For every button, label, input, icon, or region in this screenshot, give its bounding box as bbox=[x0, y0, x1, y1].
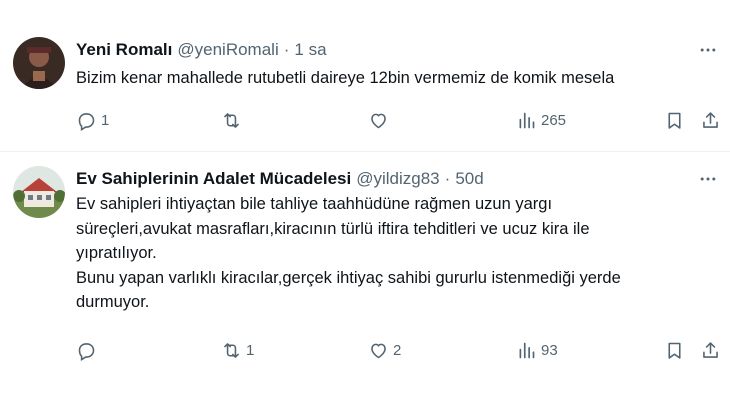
timestamp[interactable]: 1 sa bbox=[294, 40, 326, 60]
reply-count: 1 bbox=[101, 111, 110, 129]
like-button[interactable] bbox=[368, 108, 393, 132]
views-icon bbox=[519, 342, 535, 358]
avatar-photo bbox=[13, 37, 65, 89]
action-bar: 1 265 bbox=[76, 108, 724, 132]
separator-dot: · bbox=[444, 169, 451, 188]
views-button[interactable]: 265 bbox=[516, 108, 566, 132]
retweet-icon bbox=[224, 112, 239, 128]
reply-icon bbox=[78, 342, 95, 361]
like-button[interactable]: 2 bbox=[368, 338, 401, 362]
retweet-icon bbox=[224, 342, 239, 358]
avatar-photo bbox=[13, 166, 65, 218]
share-button[interactable] bbox=[700, 108, 721, 132]
tweet-text: Ev sahipleri ihtiyaçtan bile tahliye taa… bbox=[76, 192, 716, 315]
tweet[interactable]: Yeni Romalı @yeniRomali · 1 sa Bizim ken… bbox=[0, 0, 730, 152]
separator-dot: · bbox=[283, 40, 290, 59]
tweet-text-line: Bizim kenar mahallede rutubetli daireye … bbox=[76, 69, 615, 87]
avatar[interactable] bbox=[13, 166, 65, 218]
share-button[interactable] bbox=[700, 338, 721, 362]
bookmark-button[interactable] bbox=[664, 108, 685, 132]
tweet-text-line: durmuyor. bbox=[76, 293, 150, 311]
more-icon bbox=[700, 48, 716, 52]
more-button[interactable] bbox=[694, 40, 722, 60]
share-icon bbox=[703, 111, 718, 128]
bookmark-icon bbox=[668, 342, 681, 359]
tweet-text-line: Ev sahipleri ihtiyaçtan bile tahliye taa… bbox=[76, 195, 553, 213]
tweet[interactable]: Ev Sahiplerinin Adalet Mücadelesi @yildi… bbox=[0, 152, 730, 420]
reply-button[interactable] bbox=[76, 338, 101, 362]
author-name[interactable]: Yeni Romalı bbox=[76, 40, 172, 60]
reply-button[interactable]: 1 bbox=[76, 108, 109, 132]
share-icon bbox=[703, 341, 718, 358]
bookmark-icon bbox=[668, 112, 681, 129]
like-icon bbox=[371, 113, 386, 128]
author-name[interactable]: Ev Sahiplerinin Adalet Mücadelesi bbox=[76, 169, 351, 189]
author-handle[interactable]: @yeniRomali bbox=[177, 40, 278, 60]
retweet-count: 1 bbox=[246, 341, 255, 359]
avatar[interactable] bbox=[13, 37, 65, 89]
action-bar: 1 2 93 bbox=[76, 338, 724, 362]
retweet-button[interactable]: 1 bbox=[221, 338, 254, 362]
tweet-text-line: süreçleri,avukat masrafları,kiracının tü… bbox=[76, 219, 590, 238]
reply-icon bbox=[78, 112, 95, 131]
tweet-text-line: yıpratılıyor. bbox=[76, 244, 157, 262]
views-count: 93 bbox=[541, 341, 558, 359]
like-count: 2 bbox=[393, 341, 402, 359]
tweet-text-line: Bunu yapan varlıklı kiracılar,gerçek iht… bbox=[76, 268, 621, 287]
tweet-header: Yeni Romalı @yeniRomali · 1 sa bbox=[76, 40, 327, 60]
tweet-text: Bizim kenar mahallede rutubetli daireye … bbox=[76, 66, 716, 91]
retweet-button[interactable] bbox=[221, 108, 246, 132]
views-count: 265 bbox=[541, 111, 567, 129]
more-icon bbox=[700, 177, 716, 181]
views-icon bbox=[519, 112, 535, 128]
views-button[interactable]: 93 bbox=[516, 338, 558, 362]
more-button[interactable] bbox=[694, 169, 722, 189]
tweet-header: Ev Sahiplerinin Adalet Mücadelesi @yildi… bbox=[76, 169, 484, 189]
bookmark-button[interactable] bbox=[664, 338, 685, 362]
timestamp[interactable]: 50d bbox=[455, 169, 483, 189]
like-icon bbox=[371, 343, 386, 358]
author-handle[interactable]: @yildizg83 bbox=[356, 169, 439, 189]
